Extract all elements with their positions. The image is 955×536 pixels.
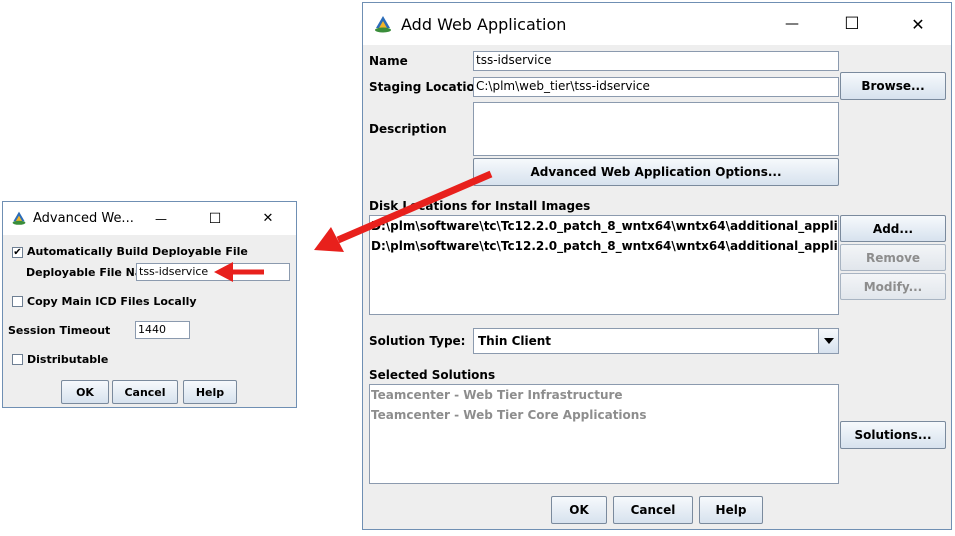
title-bar: Add Web Application — ☐ ✕ — [363, 3, 951, 45]
solutions-button[interactable]: Solutions... — [840, 421, 946, 449]
solution-type-dropdown[interactable]: Thin Client — [473, 328, 839, 354]
minimize-icon[interactable]: — — [769, 3, 815, 45]
selected-solutions-list[interactable]: Teamcenter - Web Tier Infrastructure Tea… — [369, 384, 839, 484]
cancel-button[interactable]: Cancel — [613, 496, 693, 524]
advanced-web-application-options-button[interactable]: Advanced Web Application Options... — [473, 158, 839, 186]
name-field[interactable]: tss-idservice — [473, 51, 839, 71]
dropdown-arrow-icon[interactable] — [818, 329, 838, 353]
modify-button[interactable]: Modify... — [840, 273, 946, 300]
window-title: Advanced We... — [33, 211, 134, 226]
selected-solutions-label: Selected Solutions — [369, 368, 496, 382]
name-label: Name — [369, 54, 408, 68]
list-item[interactable]: D:\plm\software\tc\Tc12.2.0_patch_8_wntx… — [370, 236, 838, 256]
add-button[interactable]: Add... — [840, 215, 946, 242]
list-item[interactable]: D:\plm\software\tc\Tc12.2.0_patch_8_wntx… — [370, 216, 838, 236]
minimize-icon[interactable]: — — [143, 202, 179, 235]
session-timeout-field[interactable]: 1440 — [135, 321, 190, 339]
auto-build-checkbox[interactable]: ✔ — [12, 247, 23, 258]
list-item[interactable]: Teamcenter - Web Tier Core Applications — [370, 405, 838, 425]
title-bar: Advanced We... — ☐ ✕ — [3, 202, 296, 235]
staging-location-field[interactable]: C:\plm\web_tier\tss-idservice — [473, 77, 839, 97]
auto-build-label: Automatically Build Deployable File — [27, 245, 248, 258]
java-app-icon — [11, 210, 27, 230]
browse-button[interactable]: Browse... — [840, 72, 946, 100]
maximize-icon[interactable]: ☐ — [829, 3, 875, 45]
distributable-label: Distributable — [27, 353, 109, 366]
ok-button[interactable]: OK — [551, 496, 607, 524]
deployable-file-name-field[interactable]: tss-idservice — [136, 263, 290, 281]
solution-type-label: Solution Type: — [369, 334, 466, 348]
add-web-application-window: Add Web Application — ☐ ✕ Name tss-idser… — [362, 2, 952, 530]
help-button[interactable]: Help — [699, 496, 763, 524]
help-button[interactable]: Help — [183, 380, 237, 404]
copy-icd-checkbox[interactable] — [12, 296, 23, 307]
close-icon[interactable]: ✕ — [893, 3, 943, 45]
remove-button[interactable]: Remove — [840, 244, 946, 271]
solution-type-value: Thin Client — [478, 334, 552, 348]
window-title: Add Web Application — [401, 15, 567, 34]
description-label: Description — [369, 122, 447, 136]
advanced-web-application-window: Advanced We... — ☐ ✕ ✔ Automatically Bui… — [2, 201, 297, 408]
description-field[interactable] — [473, 102, 839, 156]
ok-button[interactable]: OK — [61, 380, 109, 404]
staging-location-label: Staging Location — [369, 80, 484, 94]
disk-locations-label: Disk Locations for Install Images — [369, 199, 591, 213]
copy-icd-label: Copy Main ICD Files Locally — [27, 295, 197, 308]
close-icon[interactable]: ✕ — [248, 202, 288, 235]
disk-locations-list[interactable]: D:\plm\software\tc\Tc12.2.0_patch_8_wntx… — [369, 215, 839, 315]
session-timeout-label: Session Timeout — [8, 324, 111, 337]
list-item[interactable]: Teamcenter - Web Tier Infrastructure — [370, 385, 838, 405]
cancel-button[interactable]: Cancel — [112, 380, 178, 404]
java-app-icon — [373, 14, 393, 38]
maximize-icon[interactable]: ☐ — [197, 202, 233, 235]
distributable-checkbox[interactable] — [12, 354, 23, 365]
